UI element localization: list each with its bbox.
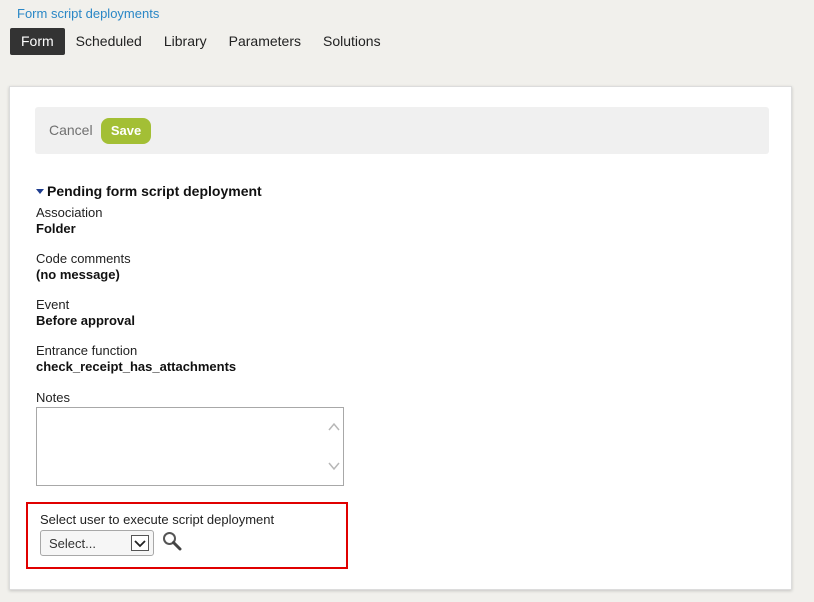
user-select-highlight: Select user to execute script deployment… bbox=[26, 502, 348, 569]
field-value: Before approval bbox=[36, 313, 135, 328]
notes-label: Notes bbox=[36, 390, 70, 405]
field-notes: Notes bbox=[36, 390, 70, 406]
field-entrance-function: Entrance function check_receipt_has_atta… bbox=[36, 343, 236, 375]
field-label: Code comments bbox=[36, 251, 131, 266]
chevron-up-icon[interactable] bbox=[328, 422, 340, 432]
field-value: (no message) bbox=[36, 267, 120, 282]
field-label: Association bbox=[36, 205, 103, 220]
field-label: Entrance function bbox=[36, 343, 138, 358]
field-code-comments: Code comments (no message) bbox=[36, 251, 131, 283]
save-button[interactable]: Save bbox=[101, 118, 151, 144]
section-title: Pending form script deployment bbox=[47, 183, 262, 199]
user-select-value: Select... bbox=[49, 536, 96, 551]
caret-down-icon bbox=[36, 188, 44, 194]
tab-parameters[interactable]: Parameters bbox=[218, 28, 312, 55]
notes-textarea[interactable] bbox=[38, 409, 328, 484]
cancel-button[interactable]: Cancel bbox=[49, 119, 93, 141]
user-select-dropdown[interactable]: Select... bbox=[40, 530, 154, 556]
form-card: Cancel Save Pending form script deployme… bbox=[9, 86, 792, 590]
notes-textarea-container bbox=[36, 407, 344, 486]
breadcrumb-form-script-deployments[interactable]: Form script deployments bbox=[17, 6, 159, 21]
tab-form[interactable]: Form bbox=[10, 28, 65, 55]
field-value: Folder bbox=[36, 221, 76, 236]
field-label: Event bbox=[36, 297, 70, 312]
field-association: Association Folder bbox=[36, 205, 102, 237]
tab-solutions[interactable]: Solutions bbox=[312, 28, 392, 55]
section-toggle-pending-deployment[interactable]: Pending form script deployment bbox=[36, 183, 262, 199]
search-icon[interactable] bbox=[162, 531, 182, 551]
dropdown-arrow-icon bbox=[131, 535, 149, 551]
tab-bar: Form Scheduled Library Parameters Soluti… bbox=[10, 28, 392, 55]
user-select-label: Select user to execute script deployment bbox=[40, 512, 275, 527]
tab-library[interactable]: Library bbox=[153, 28, 218, 55]
tab-scheduled[interactable]: Scheduled bbox=[65, 28, 153, 55]
action-toolbar: Cancel Save bbox=[35, 107, 769, 154]
field-value: check_receipt_has_attachments bbox=[36, 359, 237, 374]
chevron-down-icon[interactable] bbox=[328, 461, 340, 471]
field-event: Event Before approval bbox=[36, 297, 135, 329]
